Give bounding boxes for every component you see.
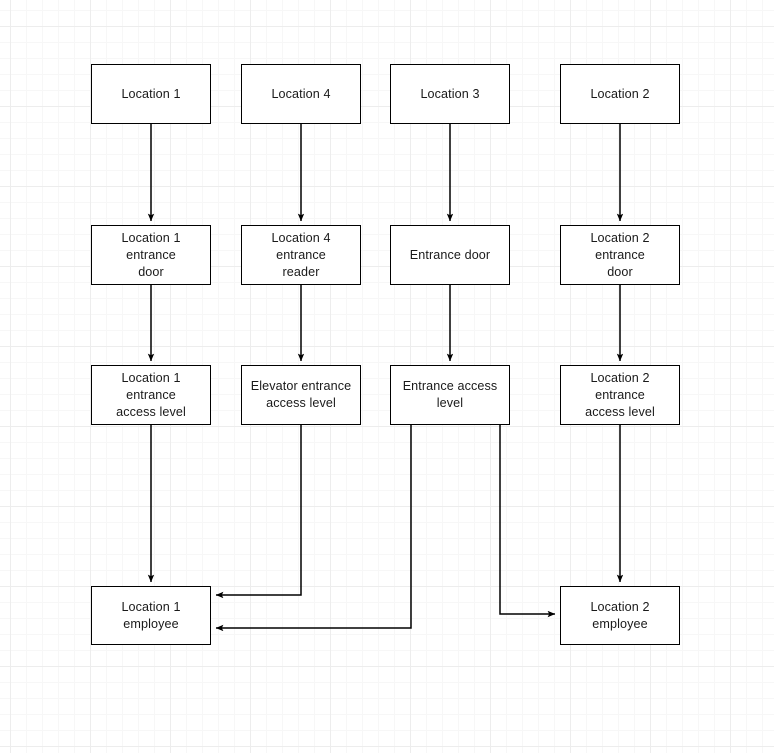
node-label: Entrance access level bbox=[402, 379, 498, 410]
node-label: Location 1 entrance access level bbox=[116, 370, 186, 419]
node-label: Location 1 bbox=[121, 86, 181, 101]
node-label: Location 3 bbox=[420, 86, 480, 101]
node-loc1_door[interactable]: Location 1 entrance door bbox=[91, 225, 211, 285]
node-elevator_access[interactable]: Elevator entrance access level bbox=[241, 365, 361, 425]
node-loc1_employee[interactable]: Location 1 employee bbox=[91, 586, 211, 645]
node-label: Entrance door bbox=[409, 247, 491, 262]
node-loc2_employee[interactable]: Location 2 employee bbox=[560, 586, 680, 645]
node-label: Elevator entrance access level bbox=[250, 379, 352, 410]
edge-elevator_access-to-loc1_employee bbox=[215, 425, 302, 599]
node-loc4[interactable]: Location 4 bbox=[241, 64, 361, 124]
edge-group bbox=[147, 124, 624, 632]
node-entrance_door[interactable]: Entrance door bbox=[390, 225, 510, 285]
node-entrance_access[interactable]: Entrance access level bbox=[390, 365, 510, 425]
node-loc2_door[interactable]: Location 2 entrance door bbox=[560, 225, 680, 285]
node-loc4_reader[interactable]: Location 4 entrance reader bbox=[241, 225, 361, 285]
node-label: Location 2 employee bbox=[590, 599, 650, 631]
node-loc1_access[interactable]: Location 1 entrance access level bbox=[91, 365, 211, 425]
node-label: Location 1 employee bbox=[121, 599, 181, 631]
edge-entrance_access-to-loc1_employee bbox=[215, 425, 412, 632]
edge-entrance_access-to-loc2_employee bbox=[499, 425, 556, 618]
node-label: Location 2 entrance access level bbox=[585, 370, 655, 419]
node-label: Location 2 bbox=[590, 86, 650, 101]
node-label: Location 4 bbox=[271, 86, 331, 101]
node-label: Location 1 entrance door bbox=[121, 230, 181, 279]
node-label: Location 4 entrance reader bbox=[271, 230, 331, 279]
node-loc2[interactable]: Location 2 bbox=[560, 64, 680, 124]
node-label: Location 2 entrance door bbox=[590, 230, 650, 279]
node-loc1[interactable]: Location 1 bbox=[91, 64, 211, 124]
node-loc3[interactable]: Location 3 bbox=[390, 64, 510, 124]
node-loc2_access[interactable]: Location 2 entrance access level bbox=[560, 365, 680, 425]
diagram-canvas: Location 1 Location 4 Location 3 Location 2… bbox=[0, 0, 774, 753]
